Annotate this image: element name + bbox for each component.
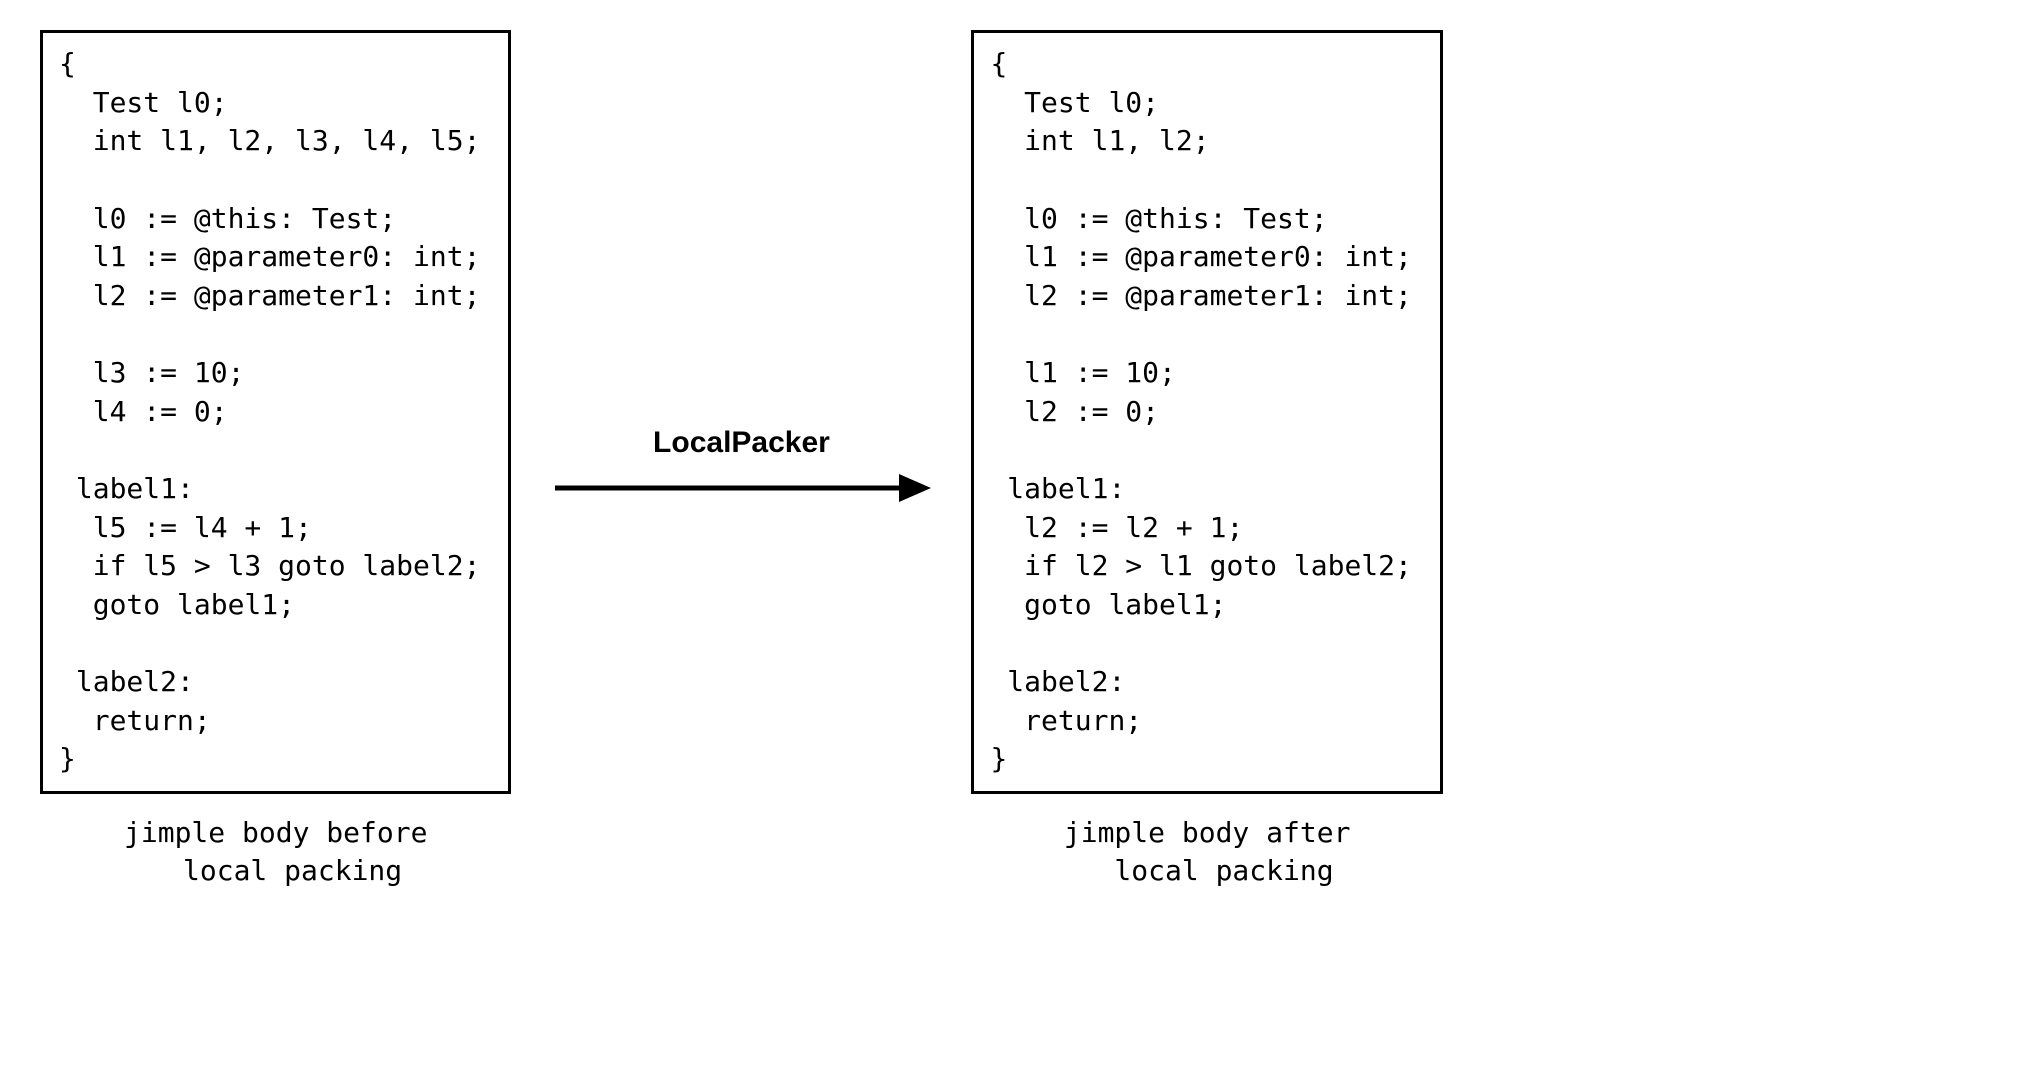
left-panel: { Test l0; int l1, l2, l3, l4, l5; l0 :=… — [40, 30, 511, 889]
right-panel: { Test l0; int l1, l2; l0 := @this: Test… — [971, 30, 1442, 889]
caption-before: jimple body before local packing — [124, 814, 427, 890]
arrow-column: LocalPacker — [551, 30, 931, 1044]
arrow-label: LocalPacker — [653, 426, 830, 460]
arrow-right-icon — [551, 468, 931, 508]
code-after: { Test l0; int l1, l2; l0 := @this: Test… — [971, 30, 1442, 794]
caption-after: jimple body after local packing — [1064, 814, 1351, 890]
code-before: { Test l0; int l1, l2, l3, l4, l5; l0 :=… — [40, 30, 511, 794]
